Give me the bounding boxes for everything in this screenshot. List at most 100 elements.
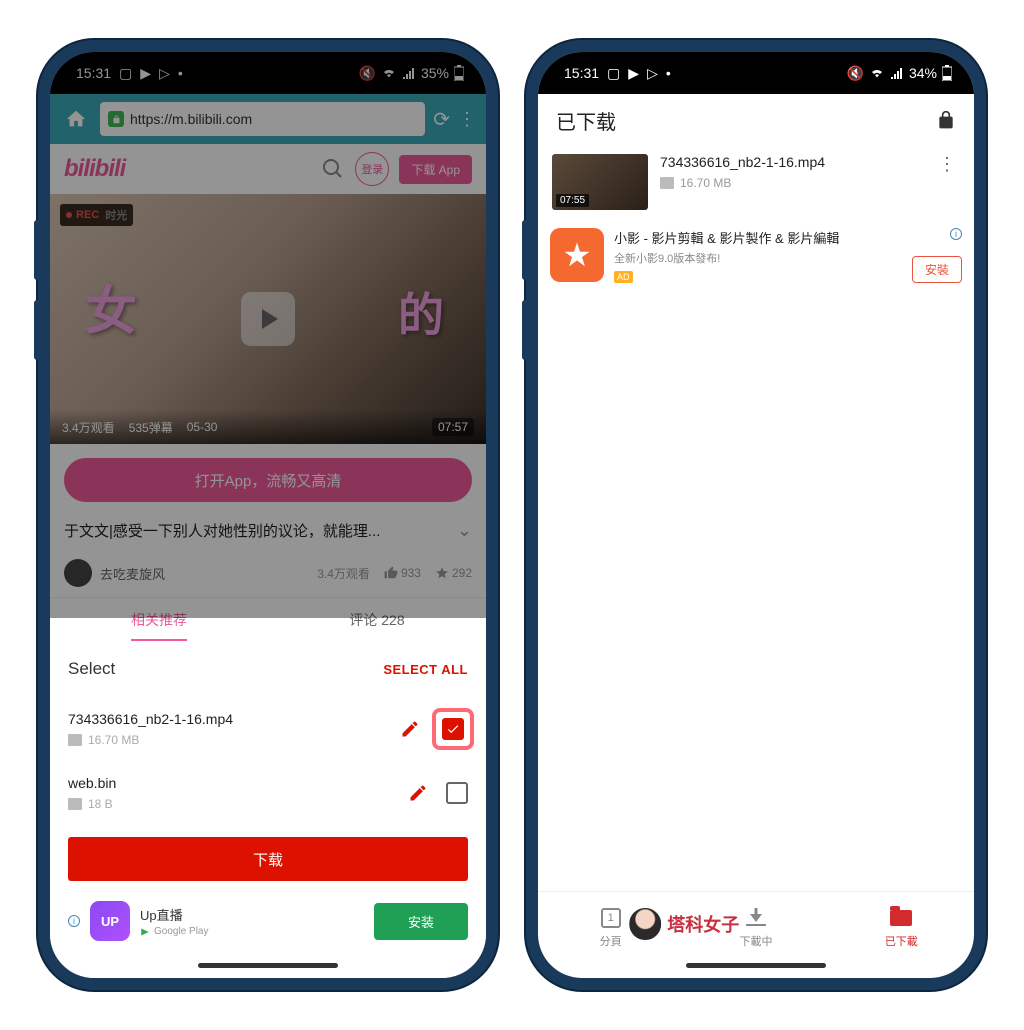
file-name: web.bin xyxy=(68,775,408,791)
status-time: 15:31 xyxy=(564,65,599,81)
lock-icon[interactable] xyxy=(936,110,956,130)
chevron-down-icon[interactable]: ⌄ xyxy=(457,520,472,541)
battery-icon xyxy=(454,65,464,81)
video-duration: 07:57 xyxy=(432,418,474,436)
pages-icon: 1 xyxy=(601,908,621,928)
video-overlay-text-left: 女 xyxy=(85,269,137,344)
tab-related[interactable]: 相关推荐 xyxy=(50,598,268,641)
edit-icon[interactable] xyxy=(408,783,428,803)
battery-icon xyxy=(942,65,952,81)
menu-icon[interactable]: ⋮ xyxy=(458,109,476,130)
bilibili-logo[interactable]: bilibili xyxy=(64,155,125,183)
ad-app-title: Up直播 xyxy=(140,905,364,924)
home-icon[interactable] xyxy=(60,103,92,135)
nav-downloaded[interactable]: 已下載 xyxy=(829,892,974,963)
tab-comments[interactable]: 评论 228 xyxy=(268,598,486,641)
signal-icon xyxy=(890,67,904,79)
refresh-icon[interactable]: ⟳ xyxy=(433,107,450,132)
avatar[interactable] xyxy=(64,559,92,587)
video-views: 3.4万观看 xyxy=(62,419,115,436)
camera-notch xyxy=(747,72,765,90)
screen-right: 15:31 ▢ ▶ ▷ • 🔇 34% 已下载 xyxy=(538,52,974,978)
download-arrow-icon xyxy=(746,924,766,926)
info-icon[interactable]: i xyxy=(950,228,962,240)
page-title: 已下载 xyxy=(556,106,616,135)
like-count[interactable]: 933 xyxy=(384,566,421,580)
play-icon[interactable] xyxy=(241,292,295,346)
video-player[interactable]: REC时光 女 的 3.4万观看 535弹幕 05-30 07:57 xyxy=(50,194,486,444)
home-indicator[interactable] xyxy=(686,963,826,968)
home-indicator[interactable] xyxy=(198,963,338,968)
folder-icon xyxy=(890,910,912,926)
dot-icon: • xyxy=(666,65,671,81)
site-header: bilibili 登录 下载 App xyxy=(50,144,486,194)
battery-text: 34% xyxy=(909,65,937,81)
download-selection-sheet: Select SELECT ALL 734336616_nb2-1-16.mp4… xyxy=(50,641,486,978)
lock-icon xyxy=(108,111,124,127)
uploader-views: 3.4万观看 xyxy=(317,565,370,582)
ad-app-icon: UP xyxy=(90,901,130,941)
file-size: 18 B xyxy=(68,797,408,811)
checkbox-unchecked[interactable] xyxy=(446,782,468,804)
status-time: 15:31 xyxy=(76,65,111,81)
bottom-nav: 1 分頁 下載中 已下載 xyxy=(538,891,974,963)
download-item: web.bin 18 B xyxy=(68,761,468,825)
search-icon[interactable] xyxy=(321,157,345,181)
video-meta: 3.4万观看 535弹幕 05-30 07:57 xyxy=(50,410,486,444)
watermark-avatar xyxy=(627,906,663,942)
ad-app-icon xyxy=(550,228,604,282)
install-button[interactable]: 安裝 xyxy=(912,256,962,283)
photo-icon: ▢ xyxy=(119,65,132,82)
highlight-annotation xyxy=(432,708,474,750)
video-title: 于文文|感受一下别人对她性别的议论，就能理... ⌄ xyxy=(50,512,486,549)
watermark: 塔科女子 xyxy=(627,906,739,942)
photo-icon: ▢ xyxy=(607,65,620,82)
video-thumbnail: 07:55 xyxy=(552,154,648,210)
info-icon[interactable]: i xyxy=(68,915,80,927)
ad-card[interactable]: 小影 - 影片剪輯 & 影片製作 & 影片編輯 全新小影9.0版本發布! AD … xyxy=(538,218,974,293)
ad-app-sub: Google Play xyxy=(140,926,364,937)
phone-mockup-right: 15:31 ▢ ▶ ▷ • 🔇 34% 已下载 xyxy=(526,40,986,990)
browser-toolbar: https://m.bilibili.com ⟳ ⋮ xyxy=(50,94,486,144)
checkbox-checked[interactable] xyxy=(442,718,464,740)
file-size: 16.70 MB xyxy=(68,733,400,747)
play-store-icon: ▷ xyxy=(647,65,658,82)
film-icon xyxy=(660,177,674,189)
more-icon[interactable]: ⋮ xyxy=(934,154,960,210)
select-all-button[interactable]: SELECT ALL xyxy=(383,662,468,677)
thumb-duration: 07:55 xyxy=(556,194,589,207)
url-bar[interactable]: https://m.bilibili.com xyxy=(100,102,425,136)
camera-notch xyxy=(259,72,277,90)
phone-mockup-left: 15:31 ▢ ▶ ▷ • 🔇 35% xyxy=(38,40,498,990)
uploader-name[interactable]: 去吃麦旋风 xyxy=(100,564,165,583)
video-overlay-text-right: 的 xyxy=(398,279,444,345)
film-icon xyxy=(68,798,82,810)
downloaded-file-item[interactable]: 07:55 734336616_nb2-1-16.mp4 16.70 MB ⋮ xyxy=(538,146,974,218)
mute-icon: 🔇 xyxy=(847,65,864,82)
screen-left: 15:31 ▢ ▶ ▷ • 🔇 35% xyxy=(50,52,486,978)
signal-icon xyxy=(402,67,416,79)
mute-icon: 🔇 xyxy=(359,65,376,82)
uploader-row: 去吃麦旋风 3.4万观看 933 292 xyxy=(50,549,486,597)
fav-count[interactable]: 292 xyxy=(435,566,472,580)
login-button[interactable]: 登录 xyxy=(355,152,389,186)
edit-icon[interactable] xyxy=(400,719,420,739)
ad-title: 小影 - 影片剪輯 & 影片製作 & 影片編輯 xyxy=(614,228,902,247)
sheet-title: Select xyxy=(68,659,115,679)
dot-icon: • xyxy=(178,65,183,81)
ad-badge: AD xyxy=(614,271,633,283)
file-name: 734336616_nb2-1-16.mp4 xyxy=(660,154,922,170)
battery-text: 35% xyxy=(421,65,449,81)
ad-banner[interactable]: i UP Up直播 Google Play 安装 xyxy=(68,891,468,957)
download-item: 734336616_nb2-1-16.mp4 16.70 MB xyxy=(68,697,468,761)
open-app-button[interactable]: 打开App，流畅又高清 xyxy=(64,458,472,502)
wifi-icon xyxy=(869,67,885,79)
film-icon xyxy=(68,734,82,746)
download-app-button[interactable]: 下载 App xyxy=(399,155,472,184)
ad-subtitle: 全新小影9.0版本發布! xyxy=(614,250,902,266)
content-tabs: 相关推荐 评论 228 xyxy=(50,597,486,641)
download-button[interactable]: 下载 xyxy=(68,837,468,881)
rec-badge: REC时光 xyxy=(60,204,133,226)
video-danmu: 535弹幕 xyxy=(129,419,173,436)
install-button[interactable]: 安装 xyxy=(374,903,468,940)
